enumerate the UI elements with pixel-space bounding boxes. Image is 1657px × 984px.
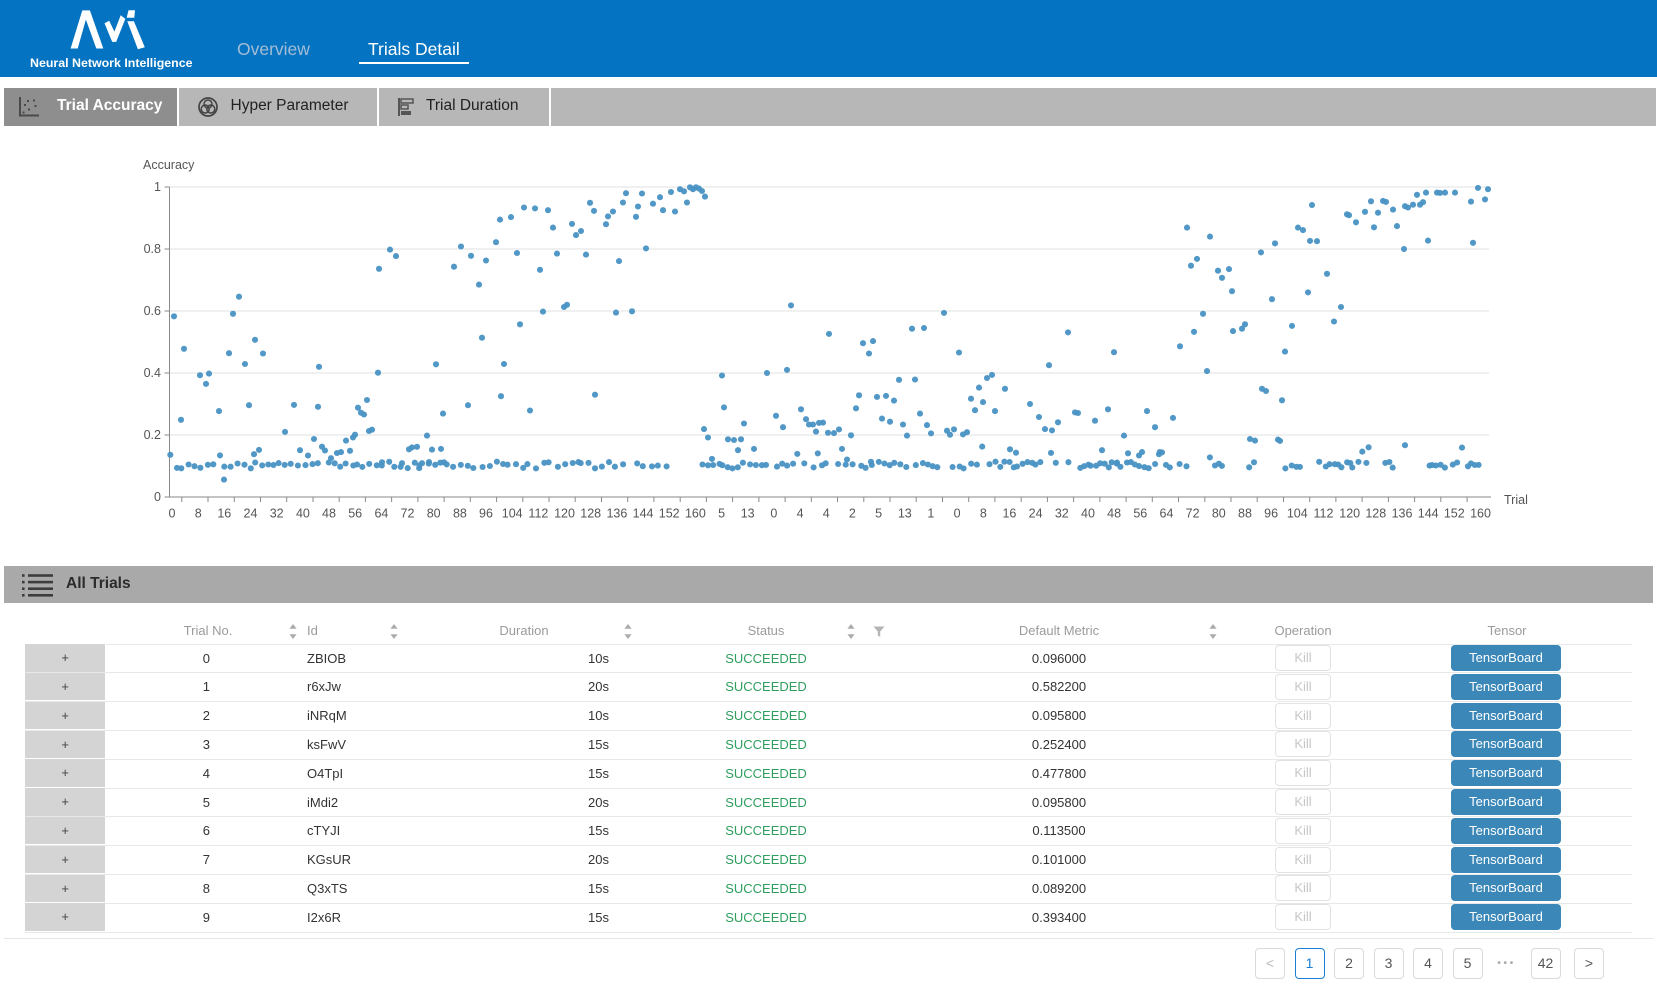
svg-text:88: 88 xyxy=(1238,507,1252,521)
svg-text:40: 40 xyxy=(1081,507,1095,521)
svg-text:104: 104 xyxy=(502,507,523,521)
svg-text:56: 56 xyxy=(1133,507,1147,521)
svg-text:160: 160 xyxy=(685,507,706,521)
svg-text:1: 1 xyxy=(154,180,161,194)
svg-text:144: 144 xyxy=(633,507,654,521)
svg-text:64: 64 xyxy=(1160,507,1174,521)
svg-text:48: 48 xyxy=(322,507,336,521)
svg-text:136: 136 xyxy=(1392,507,1413,521)
svg-text:Accuracy: Accuracy xyxy=(143,158,195,172)
svg-text:16: 16 xyxy=(1002,507,1016,521)
svg-text:56: 56 xyxy=(348,507,362,521)
svg-text:2: 2 xyxy=(849,507,856,521)
svg-text:160: 160 xyxy=(1470,507,1491,521)
svg-text:24: 24 xyxy=(244,507,258,521)
svg-text:0.4: 0.4 xyxy=(144,366,161,380)
svg-text:0.2: 0.2 xyxy=(144,428,161,442)
svg-text:112: 112 xyxy=(1314,507,1334,521)
svg-text:0: 0 xyxy=(770,507,777,521)
svg-text:0: 0 xyxy=(954,507,961,521)
svg-text:64: 64 xyxy=(374,507,388,521)
svg-text:32: 32 xyxy=(1055,507,1069,521)
svg-text:0: 0 xyxy=(169,507,176,521)
svg-text:136: 136 xyxy=(606,507,627,521)
svg-text:8: 8 xyxy=(195,507,202,521)
svg-text:8: 8 xyxy=(980,507,987,521)
svg-text:0.6: 0.6 xyxy=(144,304,161,318)
svg-text:40: 40 xyxy=(296,507,310,521)
svg-text:96: 96 xyxy=(479,507,493,521)
svg-text:96: 96 xyxy=(1264,507,1278,521)
svg-text:152: 152 xyxy=(659,507,680,521)
svg-text:104: 104 xyxy=(1287,507,1308,521)
svg-text:72: 72 xyxy=(401,507,415,521)
svg-text:32: 32 xyxy=(270,507,284,521)
svg-text:5: 5 xyxy=(718,507,725,521)
svg-text:0.8: 0.8 xyxy=(144,242,161,256)
svg-text:144: 144 xyxy=(1418,507,1439,521)
svg-text:13: 13 xyxy=(898,507,912,521)
svg-text:152: 152 xyxy=(1444,507,1465,521)
svg-text:16: 16 xyxy=(217,507,231,521)
svg-text:80: 80 xyxy=(427,507,441,521)
svg-text:0: 0 xyxy=(154,490,161,504)
svg-text:112: 112 xyxy=(528,507,548,521)
svg-text:72: 72 xyxy=(1186,507,1200,521)
svg-text:120: 120 xyxy=(1339,507,1360,521)
svg-text:48: 48 xyxy=(1107,507,1121,521)
svg-text:13: 13 xyxy=(741,507,755,521)
svg-text:128: 128 xyxy=(1365,507,1386,521)
svg-text:128: 128 xyxy=(580,507,601,521)
svg-text:5: 5 xyxy=(875,507,882,521)
svg-text:24: 24 xyxy=(1029,507,1043,521)
svg-text:88: 88 xyxy=(453,507,467,521)
svg-text:1: 1 xyxy=(927,507,934,521)
svg-text:Trial: Trial xyxy=(1504,493,1528,507)
svg-text:4: 4 xyxy=(797,507,804,521)
svg-text:120: 120 xyxy=(554,507,575,521)
svg-text:80: 80 xyxy=(1212,507,1226,521)
svg-text:4: 4 xyxy=(823,507,830,521)
